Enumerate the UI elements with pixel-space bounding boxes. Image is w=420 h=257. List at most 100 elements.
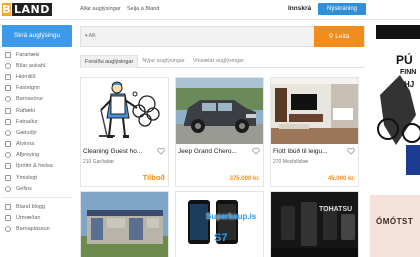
sidebar-item-label: Umræðan [16, 215, 41, 222]
tab-new[interactable]: Nýjar auglýsingar [138, 55, 189, 68]
ad-image [370, 25, 420, 185]
listing-price: Tilboð [142, 173, 165, 182]
search-icon: ⚲ [328, 33, 334, 40]
sidebar-item-label: Barnaplássun [16, 226, 50, 233]
sidebar-item-pets[interactable]: Gæludýr [2, 127, 72, 138]
listing-card[interactable]: Jeep Grand Chero... 375.000 kr. [175, 77, 264, 187]
listing-image [176, 78, 263, 144]
sidebar-item-childcare[interactable]: Barnaplássun [2, 224, 72, 235]
sidebar-item-label: Heimilið [16, 73, 36, 80]
listing-image [271, 192, 358, 257]
listing-title[interactable]: Flott íbúð til leigu... [273, 148, 345, 155]
sidebar-item-clothing[interactable]: Fatnaður [2, 116, 72, 127]
category-sidebar: Farartæki Bílar aukahl. Heimilið Fasteig… [2, 49, 72, 235]
sidebar-item-free[interactable]: Gefins [2, 183, 72, 194]
ad-subline-2: HJ [404, 80, 415, 89]
ad-overlay-text: Superkeup.is [206, 212, 257, 221]
sidebar-item-blog[interactable]: Bland blogg [2, 201, 72, 212]
category-filter-dropdown[interactable]: ▾ Allt [85, 27, 96, 46]
shirt-icon [5, 118, 11, 125]
sidebar-item-label: Fatnaður [16, 118, 39, 125]
ad-overlay-model: S7 [214, 232, 228, 244]
sidebar-item-entertainment[interactable]: Afþreying [2, 150, 72, 161]
chevron-down-icon: ▾ [85, 33, 88, 39]
listing-location: 270 Mosfellsbæ [273, 159, 309, 165]
car-icon [5, 51, 11, 58]
ad-subline: FINN [400, 69, 417, 76]
sidebar-item-car-parts[interactable]: Bílar aukahl. [2, 60, 72, 71]
listing-image [176, 192, 263, 257]
listing-tabs: Forsíðu auglýsingar Nýjar auglýsingar Vi… [80, 55, 365, 68]
nav-all-ads-link[interactable]: Allar auglýsingar [80, 6, 121, 12]
listing-card[interactable] [80, 191, 169, 257]
sidebar-item-label: Íþróttir & heilsa [16, 163, 53, 170]
favorite-icon[interactable] [157, 147, 165, 155]
sidebar-item-label: Afþreying [16, 152, 40, 159]
gift-icon [5, 185, 11, 192]
building-icon [5, 85, 11, 92]
tab-featured[interactable]: Forsíðu auglýsingar [80, 55, 139, 68]
search-input[interactable] [105, 27, 315, 46]
top-header: B LAND Allar auglýsingar Selja á Bland I… [0, 0, 420, 20]
sidebar-item-baby[interactable]: Barnavörur [2, 94, 72, 105]
right-banner-ad-2[interactable]: ÓMÓTST [370, 195, 420, 257]
child-icon [5, 226, 11, 233]
post-ad-button[interactable]: Skrá auglýsingu [2, 25, 72, 47]
sidebar-item-label: Gæludýr [16, 129, 38, 136]
register-button[interactable]: Nýskráning [318, 3, 366, 15]
sidebar-item-label: Ýmislegt [16, 174, 38, 181]
logo-letter: B [2, 3, 11, 16]
favorite-icon[interactable] [252, 147, 260, 155]
sidebar-item-forum[interactable]: Umræðan [2, 213, 72, 224]
sidebar-item-home[interactable]: Heimilið [2, 71, 72, 82]
bland-logo[interactable]: B LAND [2, 2, 72, 17]
listing-image [81, 78, 168, 144]
sidebar-item-jobs[interactable]: Atvinna [2, 139, 72, 150]
sport-icon [5, 163, 11, 170]
search-bar: ▾ Allt ⚲ Leita [80, 26, 365, 47]
sidebar-item-sports[interactable]: Íþróttir & heilsa [2, 161, 72, 172]
tab-popular[interactable]: Vinsælar auglýsingar [189, 55, 248, 68]
listing-card[interactable]: Superkeup.is S7 [175, 191, 264, 257]
paw-icon [5, 129, 11, 136]
briefcase-icon [5, 141, 11, 148]
search-button[interactable]: ⚲ Leita [314, 26, 364, 47]
stroller-icon [5, 96, 11, 103]
ad-headline: ÓMÓTST [376, 217, 414, 226]
sidebar-item-real-estate[interactable]: Fasteignir [2, 83, 72, 94]
listing-card[interactable]: TOHATSU [270, 191, 359, 257]
home-icon [5, 73, 11, 80]
sidebar-item-label: Fasteignir [16, 85, 41, 92]
sidebar-item-electronics[interactable]: Raftæki [2, 105, 72, 116]
sidebar-item-label: Bland blogg [16, 204, 46, 211]
listing-card[interactable]: Flott íbúð til leigu... 270 Mosfellsbæ 4… [270, 77, 359, 187]
tv-icon [5, 107, 11, 114]
blog-icon [5, 204, 11, 211]
nav-sell-link[interactable]: Selja á Bland [127, 6, 159, 12]
listing-image [81, 192, 168, 257]
listing-image [271, 78, 358, 144]
listing-title[interactable]: Jeep Grand Chero... [178, 148, 250, 155]
sidebar-item-label: Atvinna [16, 141, 35, 148]
wheel-icon [5, 62, 11, 69]
listing-card[interactable]: Cleaning Guest ho... 210 Garðabæ Tilboð [80, 77, 169, 187]
filter-label: Allt [88, 33, 96, 39]
sidebar-item-misc[interactable]: Ýmislegt [2, 172, 72, 183]
sidebar-divider [2, 197, 72, 199]
search-button-label: Leita [335, 33, 350, 40]
listing-title[interactable]: Cleaning Guest ho... [83, 148, 155, 155]
ad-overlay-brand: TOHATSU [319, 206, 353, 213]
sidebar-item-vehicles[interactable]: Farartæki [2, 49, 72, 60]
sidebar-item-label: Raftæki [16, 107, 35, 114]
ad-headline: PÚ [396, 53, 413, 67]
right-banner-ad[interactable]: PÚ FINN HJ [370, 25, 420, 185]
music-icon [5, 152, 11, 159]
chat-icon [5, 215, 11, 222]
login-link[interactable]: Innskrá [288, 5, 311, 12]
sidebar-item-label: Farartæki [16, 51, 40, 58]
sidebar-item-label: Bílar aukahl. [16, 62, 47, 69]
favorite-icon[interactable] [347, 147, 355, 155]
misc-icon [5, 174, 11, 181]
listing-location: 210 Garðabæ [83, 159, 114, 165]
sidebar-item-label: Barnavörur [16, 96, 44, 103]
